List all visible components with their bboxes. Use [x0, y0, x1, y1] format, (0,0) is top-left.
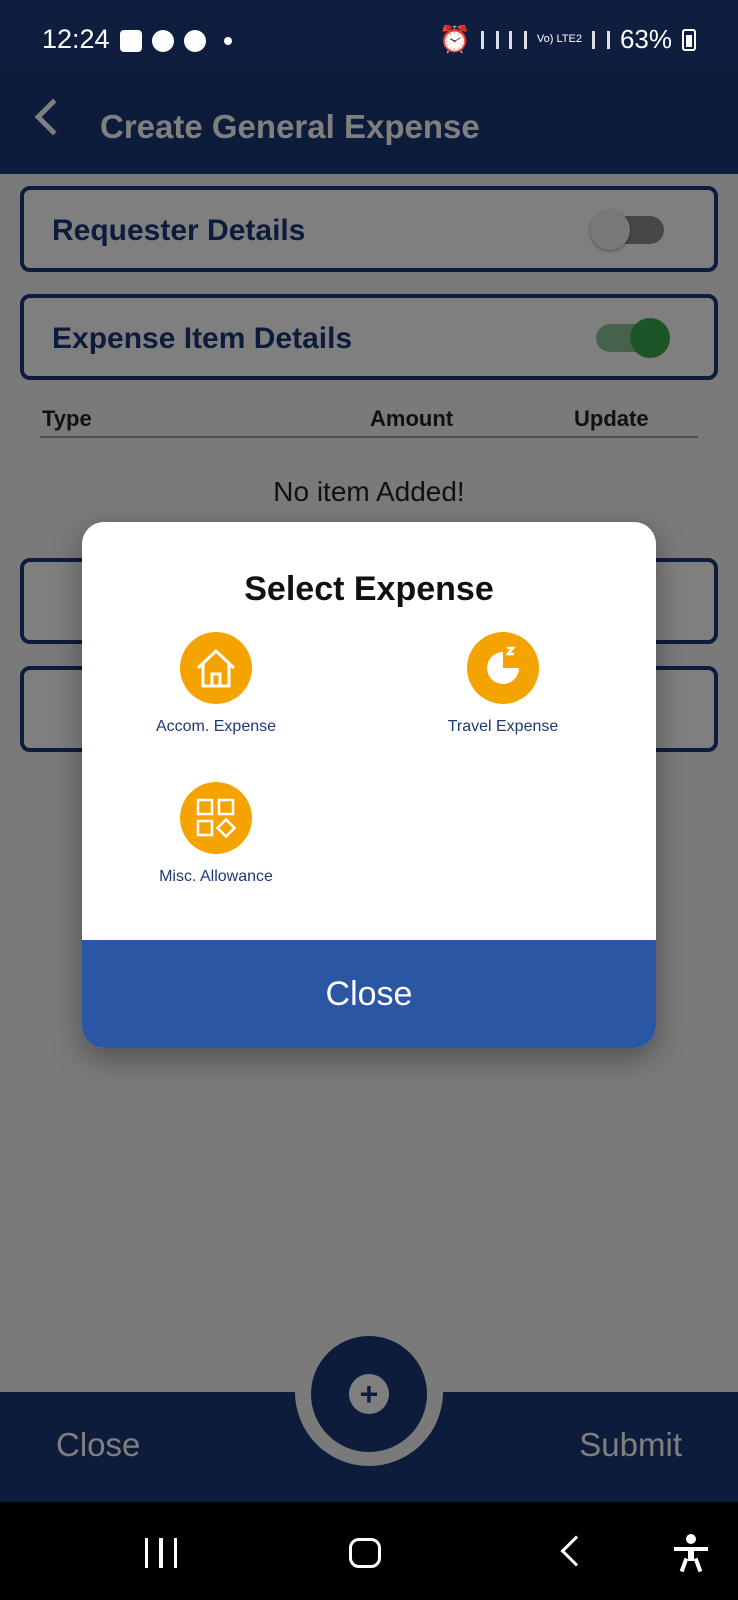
status-time: 12:24 — [42, 24, 110, 54]
system-nav-bar — [0, 1502, 738, 1600]
recent-apps-icon[interactable] — [145, 1538, 177, 1568]
app-s-icon — [184, 30, 206, 52]
lte-label: Vo) LTE2 — [536, 33, 582, 45]
pie-chart-icon — [467, 632, 539, 704]
status-right: ⏰ Vo) LTE2 63% — [439, 24, 696, 55]
option-misc-allowance[interactable]: Misc. Allowance — [126, 782, 306, 886]
dialog-close-button[interactable]: Close — [82, 940, 656, 1048]
option-accom-expense[interactable]: Accom. Expense — [126, 632, 306, 736]
gallery-icon — [120, 30, 142, 52]
signal-1-icon — [508, 30, 527, 49]
option-label: Accom. Expense — [155, 718, 277, 735]
chrome-icon — [152, 30, 174, 52]
signal-2-icon — [591, 30, 610, 49]
notification-icons — [120, 30, 232, 52]
option-travel-expense[interactable]: Travel Expense — [413, 632, 593, 736]
home-icon[interactable] — [349, 1538, 381, 1568]
battery-icon — [682, 28, 696, 51]
back-icon[interactable] — [560, 1535, 592, 1567]
accessibility-icon[interactable] — [674, 1534, 708, 1573]
battery-percent: 63% — [619, 24, 672, 54]
option-label: Travel Expense — [447, 718, 559, 735]
wifi-icon — [480, 30, 499, 49]
status-bar: 12:24 ⏰ Vo) LTE2 63% — [0, 0, 738, 68]
option-label: Misc. Allowance — [159, 868, 273, 885]
apps-grid-icon — [180, 782, 252, 854]
dialog-title: Select Expense — [244, 570, 494, 608]
select-expense-dialog: Select Expense Accom. Expense Travel Exp… — [82, 522, 656, 1048]
more-notifications-dot-icon — [224, 37, 232, 45]
house-icon — [180, 632, 252, 704]
alarm-icon: ⏰ — [438, 24, 471, 54]
